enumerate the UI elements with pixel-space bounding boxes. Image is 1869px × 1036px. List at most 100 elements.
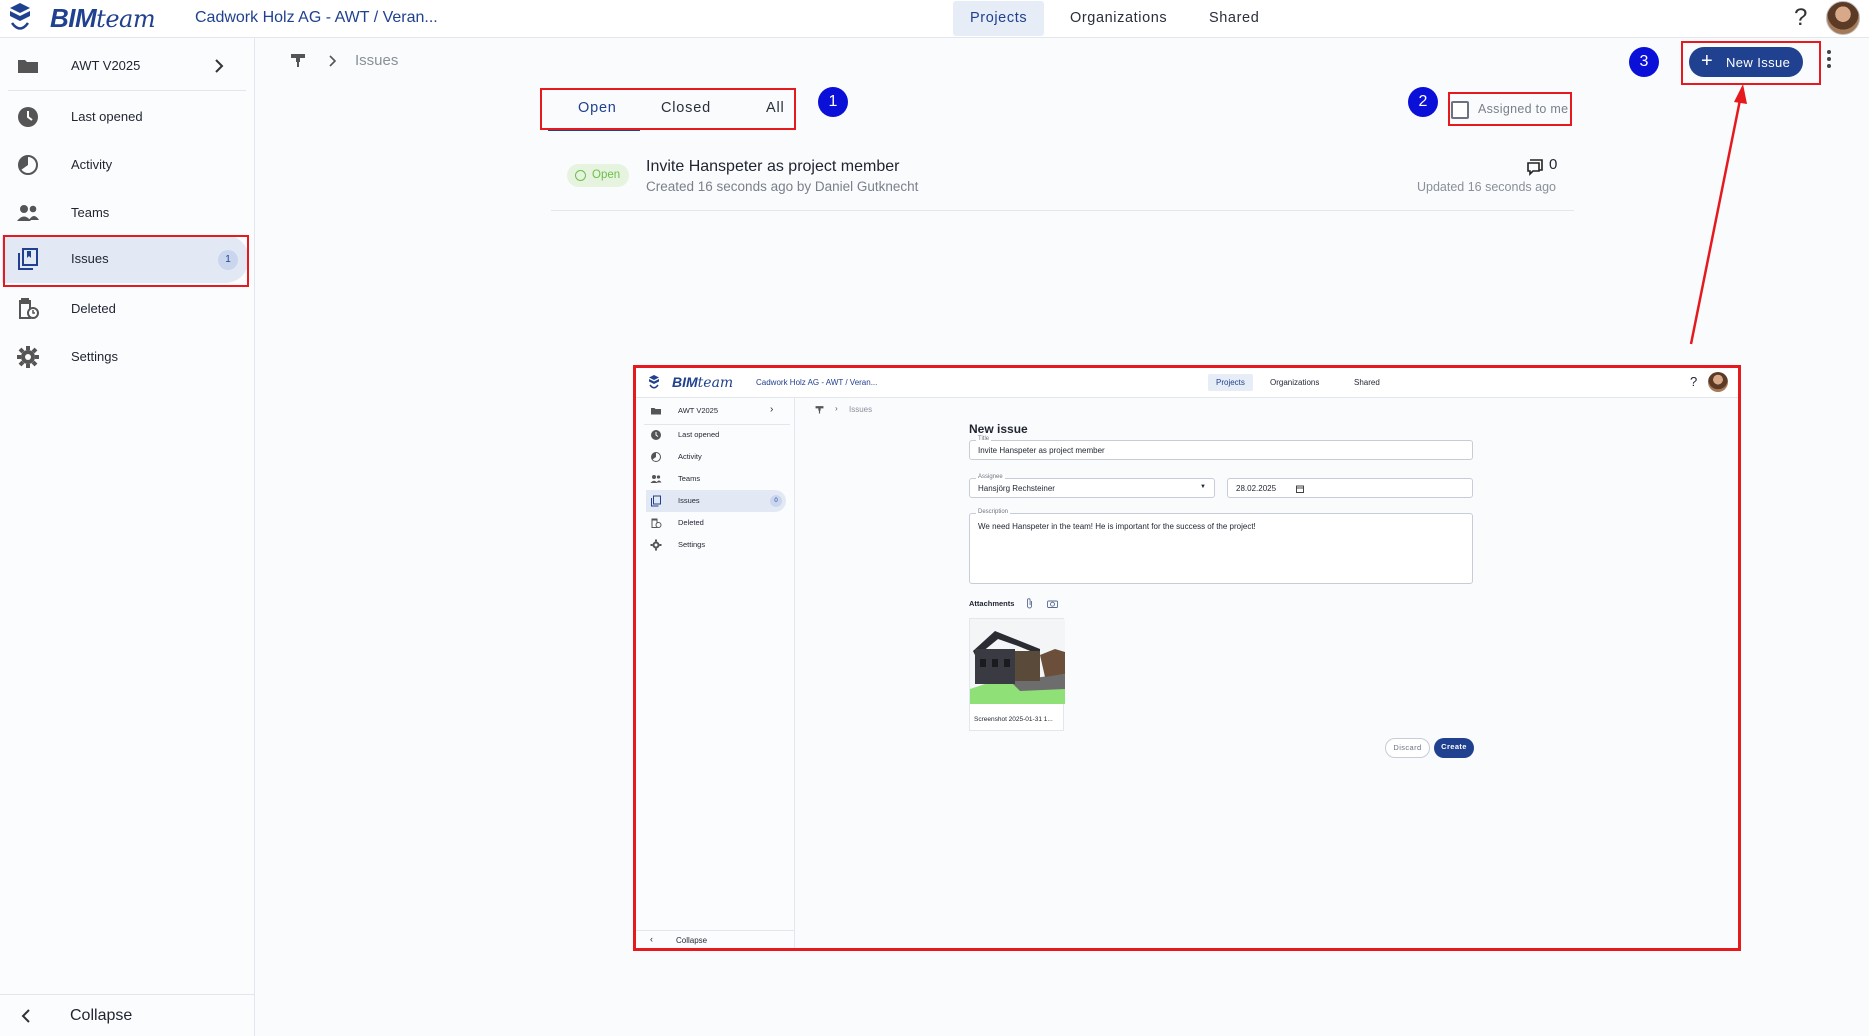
tab-organizations[interactable]: Organizations: [1053, 1, 1184, 36]
preview-tab-projects: Projects: [1208, 374, 1253, 391]
preview-attachments-label: Attachments: [969, 599, 1015, 608]
bimteam-logo-icon[interactable]: [8, 2, 32, 34]
collapse-label: Collapse: [70, 1007, 133, 1024]
highlight-new-issue: [1681, 41, 1821, 85]
preview-issues-badge: 0: [770, 495, 782, 507]
preview-logo-icon: [649, 375, 659, 389]
preview-sidebar-item: Deleted: [646, 512, 786, 534]
preview-chevron-right-icon: ›: [770, 404, 774, 415]
top-bar: BIMteam Cadwork Holz AG - AWT / Veran...…: [0, 0, 1869, 38]
preview-create-button: Create: [1434, 738, 1474, 758]
preview-description-field: Description We need Hanspeter in the tea…: [969, 509, 1473, 584]
chevron-right-icon: [215, 59, 224, 73]
issue-row[interactable]: Open Invite Hanspeter as project member …: [551, 150, 1574, 211]
project-title[interactable]: Cadwork Holz AG - AWT / Veran...: [195, 9, 438, 27]
sidebar-item-label: Last opened: [71, 109, 143, 124]
folder-icon: [18, 60, 38, 73]
preview-title-value: Invite Hanspeter as project member: [978, 446, 1105, 455]
preview-sidebar-item: Activity: [646, 446, 786, 468]
sidebar-collapse-button[interactable]: Collapse: [0, 994, 255, 1036]
sidebar-item-label: Activity: [71, 157, 113, 172]
preview-breadcrumb-chevron-icon: ›: [835, 404, 838, 413]
preview-chevron-left-icon: ‹: [650, 934, 653, 944]
more-options-icon[interactable]: [1823, 47, 1835, 75]
preview-discard-button: Discard: [1385, 738, 1430, 758]
tab-shared[interactable]: Shared: [1192, 1, 1276, 36]
preview-camera-icon: [1047, 600, 1058, 608]
open-status-icon: [575, 170, 586, 181]
preview-brand-team: team: [697, 375, 734, 391]
preview-sidebar-item-issues: Issues 0: [646, 490, 786, 512]
clock-icon: [18, 107, 38, 127]
preview-sidebar-label: Activity: [678, 452, 702, 461]
preview-collapse-row: ‹ Collapse: [636, 930, 795, 948]
gear-icon: [17, 346, 39, 368]
preview-project-name: AWT V2025: [678, 406, 719, 415]
chevron-left-icon: [21, 1009, 30, 1023]
project-home-icon[interactable]: [290, 52, 306, 68]
sidebar-item-label: Deleted: [71, 301, 116, 316]
sidebar-project-name: AWT V2025: [71, 58, 141, 73]
issue-title[interactable]: Invite Hanspeter as project member: [646, 158, 899, 176]
sidebar-item-last-opened[interactable]: Last opened: [2, 93, 249, 141]
brand-wordmark[interactable]: BIMteam: [50, 3, 156, 34]
preview-collapse-label: Collapse: [676, 936, 708, 945]
highlight-filter-tabs: [540, 88, 796, 130]
status-badge: Open: [567, 164, 629, 187]
comment-count: 0: [1549, 156, 1558, 173]
sidebar-item-label: Teams: [71, 205, 110, 220]
sidebar: AWT V2025 Last opened Activity Teams Iss…: [0, 38, 255, 1036]
preview-brand-bim: BIM: [672, 374, 698, 390]
preview-sidebar-item: Teams: [646, 468, 786, 490]
new-issue-preview-screenshot: BIMteam Cadwork Holz AG - AWT / Veran...…: [633, 365, 1741, 951]
preview-description-label: Description: [976, 509, 1011, 515]
preview-assignee-value: Hansjörg Rechsteiner: [978, 484, 1055, 493]
preview-attachment-thumbnail: [970, 619, 1065, 704]
issue-meta: Created 16 seconds ago by Daniel Gutknec…: [646, 179, 919, 194]
preview-form-heading: New issue: [969, 422, 1028, 436]
annotation-arrow: [1689, 84, 1747, 345]
preview-title-field: Title Invite Hanspeter as project member: [969, 436, 1473, 460]
sidebar-project-selector[interactable]: AWT V2025: [2, 42, 249, 90]
tab-projects[interactable]: Projects: [953, 1, 1045, 36]
preview-sidebar: AWT V2025 › Last opened Activity Teams I…: [636, 398, 795, 948]
preview-teams-icon: [650, 475, 662, 483]
preview-sidebar-item: Settings: [646, 534, 786, 556]
preview-sidebar-label: Issues: [678, 496, 700, 505]
brand-team: team: [96, 5, 156, 33]
sidebar-item-activity[interactable]: Activity: [2, 141, 249, 189]
highlight-assigned-to-me: [1448, 92, 1572, 126]
preview-description-value: We need Hanspeter in the team! He is imp…: [978, 522, 1256, 531]
preview-tab-organizations: Organizations: [1270, 378, 1320, 387]
brand-bim: BIM: [50, 3, 97, 33]
issue-updated: Updated 16 seconds ago: [1417, 180, 1556, 194]
preview-home-icon: [815, 406, 824, 414]
preview-title-label: Title: [976, 436, 992, 442]
preview-attachment-card: Screenshot 2025-01-31 1...: [969, 618, 1065, 731]
preview-sidebar-item: Last opened: [646, 424, 786, 446]
preview-assignee-label: Assignee: [976, 474, 1005, 480]
sidebar-divider: [8, 90, 246, 91]
highlight-issues-nav: [3, 235, 249, 287]
preview-avatar: [1708, 372, 1728, 392]
preview-deleted-icon: [651, 518, 662, 528]
step-marker-3: 3: [1629, 47, 1659, 77]
help-icon[interactable]: ?: [1794, 4, 1807, 32]
teams-icon: [17, 205, 39, 221]
breadcrumb-current: Issues: [355, 52, 399, 69]
sidebar-item-teams[interactable]: Teams: [2, 189, 249, 237]
preview-folder-icon: [651, 408, 661, 415]
preview-sidebar-project: AWT V2025 ›: [646, 400, 786, 422]
avatar[interactable]: [1826, 1, 1860, 35]
preview-tab-shared: Shared: [1354, 378, 1380, 387]
preview-clock-icon: [651, 430, 661, 440]
deleted-icon: [19, 298, 39, 319]
sidebar-item-settings[interactable]: Settings: [2, 333, 249, 381]
preview-calendar-icon: [1296, 485, 1304, 493]
preview-gear-icon: [650, 539, 662, 551]
comments-icon: [1527, 159, 1543, 176]
preview-issues-icon: [651, 495, 661, 507]
sidebar-item-deleted[interactable]: Deleted: [2, 285, 249, 333]
breadcrumb-chevron-icon: [329, 55, 337, 67]
step-marker-2: 2: [1408, 87, 1438, 117]
